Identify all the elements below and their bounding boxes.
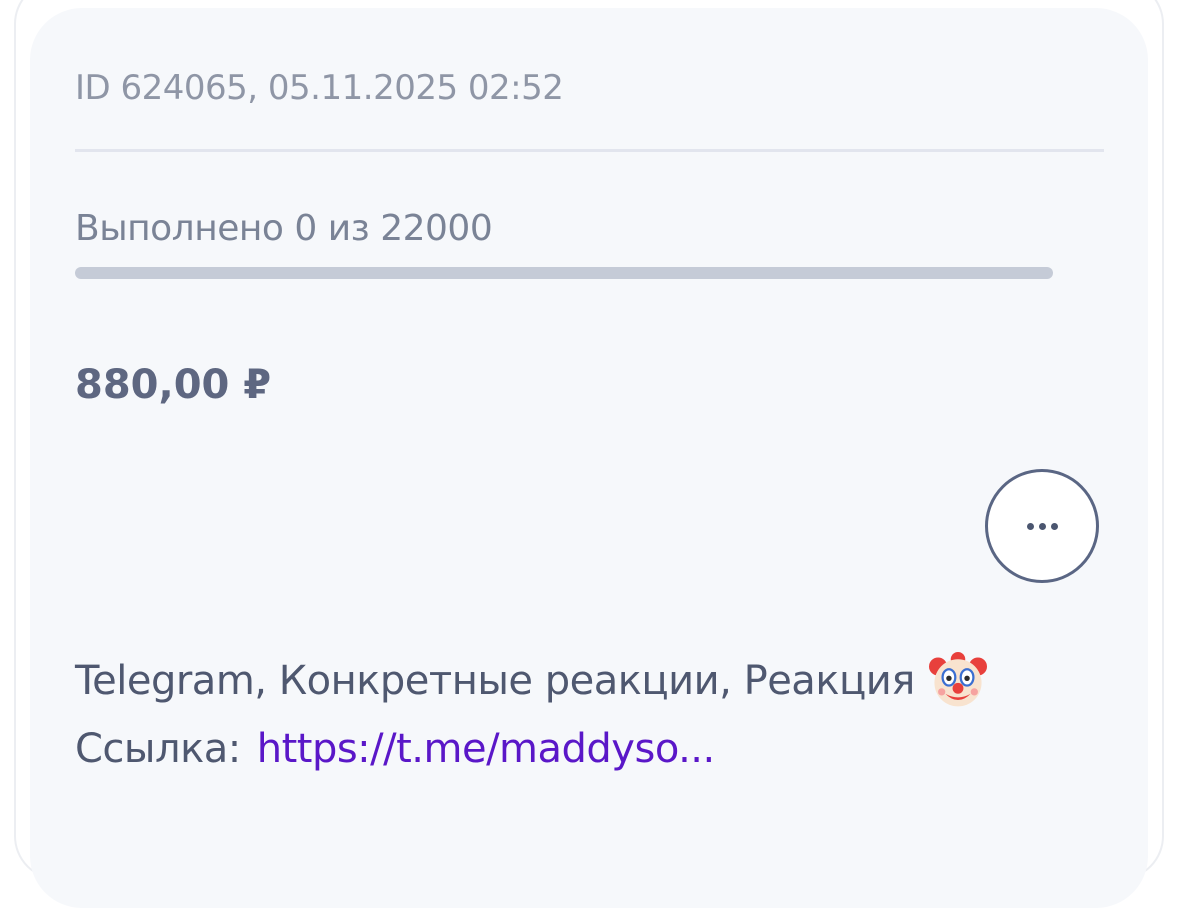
- order-card: [30, 8, 1148, 908]
- order-price: 880,00 ₽: [75, 362, 272, 408]
- more-options-button[interactable]: [985, 469, 1099, 583]
- order-link-row: Ссылка: https://t.me/maddyso...: [75, 726, 715, 772]
- service-text: Telegram, Конкретные реакции, Реакция: [75, 658, 915, 704]
- divider: [75, 149, 1104, 152]
- clown-face-icon: [928, 652, 987, 707]
- progress-bar: [75, 267, 1053, 279]
- service-description: Telegram, Конкретные реакции, Реакция: [75, 652, 987, 710]
- order-link[interactable]: https://t.me/maddyso...: [257, 726, 716, 772]
- order-meta: ID 624065, 05.11.2025 02:52: [75, 68, 564, 108]
- ellipsis-icon: [1026, 522, 1058, 530]
- link-label: Ссылка:: [75, 726, 241, 772]
- progress-label: Выполнено 0 из 22000: [75, 208, 493, 249]
